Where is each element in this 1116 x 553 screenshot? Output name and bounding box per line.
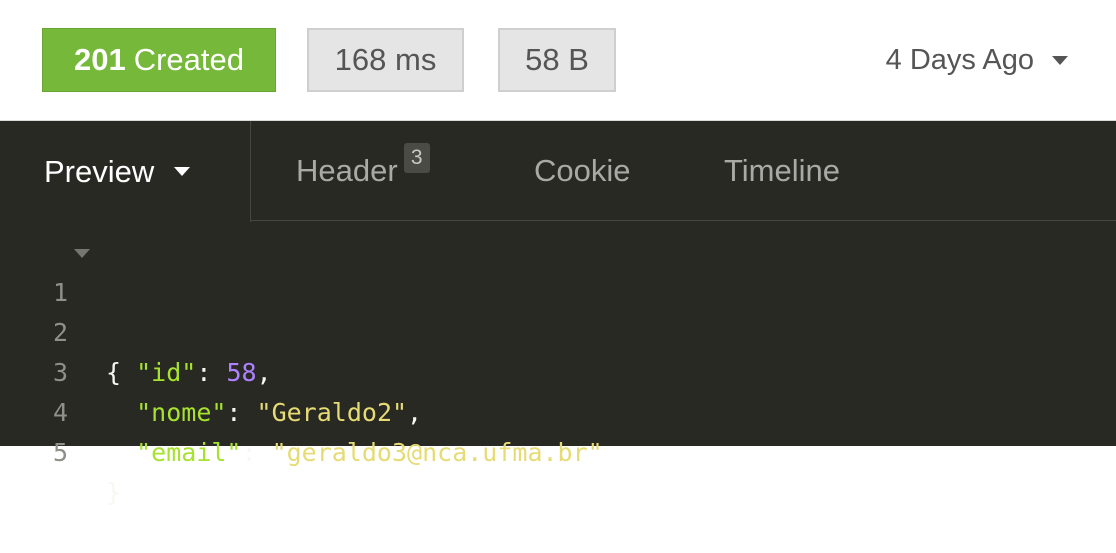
response-size-badge: 58 B [498, 28, 616, 92]
close-brace: } [106, 478, 122, 507]
tab-preview-label: Preview [44, 153, 155, 189]
tab-timeline-label: Timeline [724, 153, 840, 188]
code-line: 1 { [0, 233, 1116, 387]
response-tabs: Preview Header 3 Cookie Timeline [0, 121, 1116, 222]
status-badge: 201 Created [42, 28, 276, 92]
header-count-badge: 3 [403, 143, 430, 173]
response-toolbar: 201 Created 168 ms 58 B 4 Days Ago [0, 0, 1116, 121]
chevron-down-icon[interactable] [174, 167, 191, 176]
line-number: 5 [52, 438, 68, 467]
json-key: "email" [136, 438, 242, 467]
code-line: 4 "email": "geraldo3@nca.ufma.br" [0, 353, 1116, 467]
response-time-badge: 168 ms [307, 28, 464, 92]
chevron-down-icon [1052, 55, 1068, 65]
code-line: 3 "nome": "Geraldo2", [0, 313, 1116, 427]
tab-preview[interactable]: Preview [0, 121, 251, 222]
history-label: 4 Days Ago [885, 43, 1034, 76]
response-time: 168 ms [334, 42, 437, 77]
fold-arrow-icon[interactable] [74, 249, 90, 258]
status-code: 201 [73, 42, 126, 77]
tab-cookie-label: Cookie [534, 153, 631, 188]
response-size: 58 B [525, 42, 589, 77]
tab-header-label: Header [296, 153, 398, 188]
code-line: 5 } [0, 393, 1116, 507]
json-viewer[interactable]: 1 { 2 "id": 58, 3 "nome": "Geraldo2", 4 … [0, 221, 1116, 507]
status-text: Created [133, 42, 245, 77]
code-line: 2 "id": 58, [0, 273, 1116, 387]
code-content: } [106, 473, 121, 513]
response-panel: Preview Header 3 Cookie Timeline 1 { 2 "… [0, 121, 1116, 507]
json-colon: : [241, 438, 272, 467]
code-content: "email": "geraldo3@nca.ufma.br" [106, 433, 603, 473]
tab-header[interactable]: Header 3 [296, 121, 430, 221]
tab-timeline[interactable]: Timeline [724, 121, 840, 221]
json-string-value: "geraldo3@nca.ufma.br" [271, 438, 603, 467]
response-history-dropdown[interactable]: 4 Days Ago [886, 28, 1068, 92]
tab-cookie[interactable]: Cookie [534, 121, 631, 221]
